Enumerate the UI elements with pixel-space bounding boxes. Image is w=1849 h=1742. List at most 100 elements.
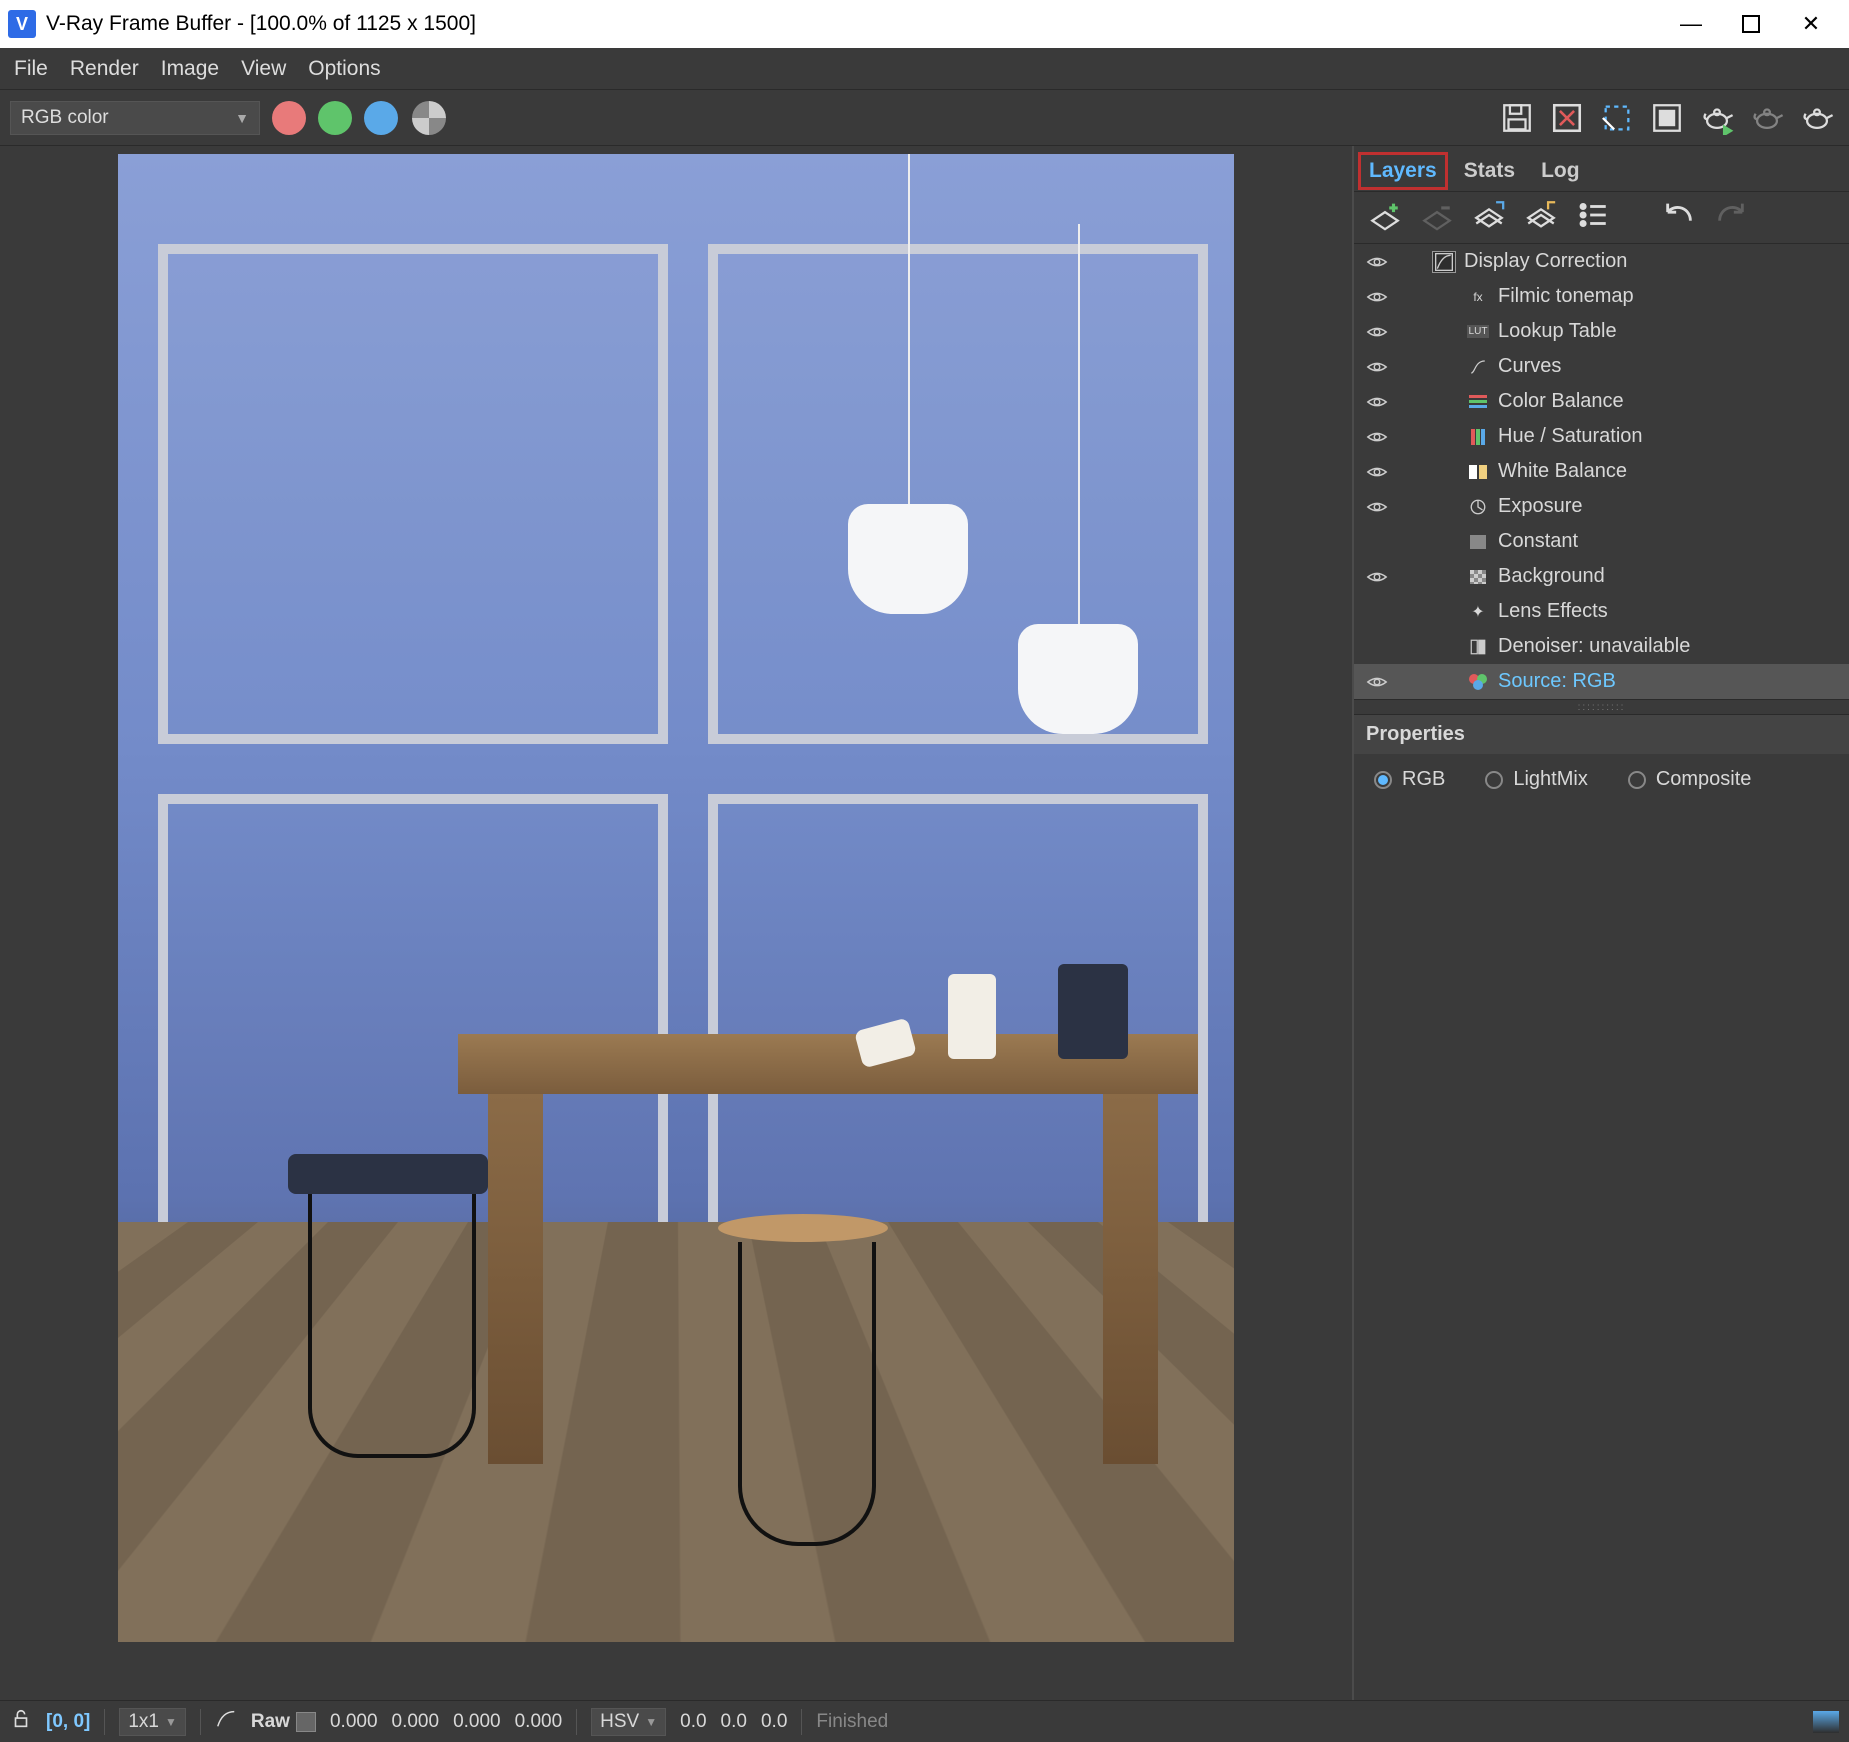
layer-visibility-toggle[interactable] [1362, 254, 1392, 270]
render-viewport[interactable] [0, 146, 1352, 1700]
green-channel-button[interactable] [318, 101, 352, 135]
render-interactive-button[interactable] [1745, 96, 1789, 140]
color-swatch-icon [296, 1712, 316, 1732]
layer-type-icon: LUT [1466, 321, 1490, 343]
dropdown-arrow-icon: ▼ [165, 1715, 177, 1729]
layer-visibility-toggle[interactable] [1362, 569, 1392, 585]
layer-row[interactable]: LUT Lookup Table [1354, 314, 1849, 349]
layer-visibility-toggle[interactable] [1362, 464, 1392, 480]
layer-label: White Balance [1498, 460, 1627, 483]
pixel-ratio-label: 1x1 [128, 1711, 159, 1733]
layer-label: Filmic tonemap [1498, 285, 1634, 308]
stop-render-button[interactable] [1795, 96, 1839, 140]
radio-composite[interactable]: Composite [1628, 768, 1752, 791]
layer-type-icon [1466, 356, 1490, 378]
clear-image-button[interactable] [1545, 96, 1589, 140]
radio-dot-icon [1628, 771, 1646, 789]
channel-selector[interactable]: RGB color ▼ [10, 101, 260, 135]
blue-channel-button[interactable] [364, 101, 398, 135]
tab-layers[interactable]: Layers [1358, 152, 1448, 190]
layer-toolbar [1354, 192, 1849, 244]
layer-visibility-toggle[interactable] [1362, 359, 1392, 375]
load-layers-button[interactable] [1524, 198, 1558, 238]
panel-resize-handle[interactable]: :::::::::: [1354, 699, 1849, 715]
maximize-button[interactable] [1721, 0, 1781, 48]
layer-row[interactable]: Source: RGB [1354, 664, 1849, 699]
layer-label: Curves [1498, 355, 1561, 378]
menu-file[interactable]: File [14, 57, 48, 81]
save-layers-button[interactable] [1472, 198, 1506, 238]
mono-channel-button[interactable] [412, 101, 446, 135]
layer-row[interactable]: Denoiser: unavailable [1354, 629, 1849, 664]
radio-rgb[interactable]: RGB [1374, 768, 1445, 791]
raw-label: Raw [251, 1711, 290, 1733]
layer-label: Lookup Table [1498, 320, 1617, 343]
layer-type-icon [1466, 461, 1490, 483]
window-title: V-Ray Frame Buffer - [100.0% of 1125 x 1… [46, 12, 1661, 36]
layer-row[interactable]: Constant [1354, 524, 1849, 559]
layer-visibility-toggle[interactable] [1362, 674, 1392, 690]
radio-composite-label: Composite [1656, 768, 1752, 791]
histogram-icon[interactable] [1813, 1711, 1839, 1733]
layer-row[interactable]: ✦ Lens Effects [1354, 594, 1849, 629]
layer-row[interactable]: Display Correction [1354, 244, 1849, 279]
layer-row[interactable]: Color Balance [1354, 384, 1849, 419]
layer-type-icon: fx [1466, 286, 1490, 308]
region-render-button[interactable] [1595, 96, 1639, 140]
delete-layer-button[interactable] [1420, 198, 1454, 238]
layer-row[interactable]: Curves [1354, 349, 1849, 384]
save-image-button[interactable] [1495, 96, 1539, 140]
radio-dot-icon [1374, 771, 1392, 789]
side-tabs: Layers Stats Log [1354, 146, 1849, 192]
tab-log[interactable]: Log [1531, 153, 1589, 189]
layer-menu-button[interactable] [1576, 198, 1610, 238]
layer-visibility-toggle[interactable] [1362, 499, 1392, 515]
teapot-play-icon [1700, 101, 1734, 135]
raw-toggle[interactable]: Raw [251, 1711, 316, 1733]
tab-stats[interactable]: Stats [1454, 153, 1525, 189]
add-layer-button[interactable] [1368, 198, 1402, 238]
layer-visibility-toggle[interactable] [1362, 429, 1392, 445]
layer-label: Color Balance [1498, 390, 1624, 413]
redo-button[interactable] [1714, 198, 1748, 238]
layer-list: Display Correction fx Filmic tonemap LUT Loo… [1354, 244, 1849, 699]
layer-visibility-toggle[interactable] [1362, 289, 1392, 305]
color-mode-dropdown[interactable]: HSV ▼ [591, 1708, 666, 1736]
rendered-image [118, 154, 1234, 1642]
menu-render[interactable]: Render [70, 57, 139, 81]
lock-icon[interactable] [10, 1708, 32, 1736]
status-message: Finished [816, 1711, 888, 1733]
menu-image[interactable]: Image [161, 57, 219, 81]
layer-label: Constant [1498, 530, 1578, 553]
track-mouse-button[interactable] [1645, 96, 1689, 140]
pixel-ratio-dropdown[interactable]: 1x1 ▼ [119, 1708, 186, 1736]
properties-header: Properties [1354, 715, 1849, 754]
layer-row[interactable]: Exposure [1354, 489, 1849, 524]
layer-label: Lens Effects [1498, 600, 1608, 623]
menu-view[interactable]: View [241, 57, 286, 81]
layer-label: Display Correction [1464, 250, 1627, 273]
render-button[interactable] [1695, 96, 1739, 140]
layer-row[interactable]: White Balance [1354, 454, 1849, 489]
menu-options[interactable]: Options [308, 57, 380, 81]
layer-visibility-toggle[interactable] [1362, 324, 1392, 340]
layer-label: Exposure [1498, 495, 1583, 518]
undo-button[interactable] [1662, 198, 1696, 238]
float-g: 0.000 [392, 1711, 440, 1733]
layer-row[interactable]: fx Filmic tonemap [1354, 279, 1849, 314]
layer-type-icon [1466, 391, 1490, 413]
hsv-h: 0.0 [680, 1711, 706, 1733]
teapot-icon [1750, 101, 1784, 135]
hsv-s: 0.0 [721, 1711, 747, 1733]
layer-row[interactable]: Background [1354, 559, 1849, 594]
radio-lightmix[interactable]: LightMix [1485, 768, 1587, 791]
minimize-button[interactable]: — [1661, 0, 1721, 48]
layer-label: Hue / Saturation [1498, 425, 1643, 448]
layer-type-icon [1466, 566, 1490, 588]
layer-row[interactable]: Hue / Saturation [1354, 419, 1849, 454]
layer-visibility-toggle[interactable] [1362, 394, 1392, 410]
close-button[interactable]: ✕ [1781, 0, 1841, 48]
red-channel-button[interactable] [272, 101, 306, 135]
layer-type-icon: ✦ [1466, 601, 1490, 623]
status-bar: [0, 0] 1x1 ▼ Raw 0.000 0.000 0.000 0.000… [0, 1700, 1849, 1742]
